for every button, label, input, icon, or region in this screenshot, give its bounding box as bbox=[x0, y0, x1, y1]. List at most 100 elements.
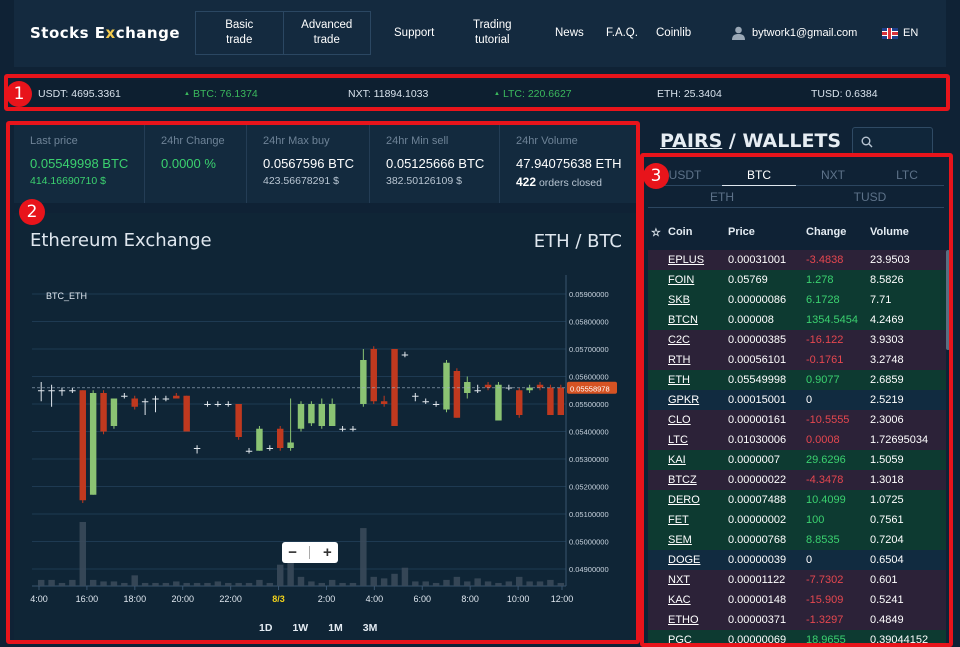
tab-eth[interactable]: ETH bbox=[648, 190, 796, 208]
cell-coin[interactable]: GPKR bbox=[668, 394, 699, 406]
range-1m[interactable]: 1M bbox=[328, 622, 343, 634]
candle-body bbox=[69, 390, 76, 392]
cell-coin[interactable]: DOGE bbox=[668, 554, 700, 566]
last-price-usd: 414.16690710 $ bbox=[30, 175, 106, 187]
cell-coin[interactable]: C2C bbox=[668, 334, 690, 346]
ticker-item[interactable]: NXT: 11894.1033 bbox=[348, 88, 428, 100]
wallets-link[interactable]: WALLETS bbox=[742, 130, 841, 152]
cell-volume: 0.5241 bbox=[870, 594, 904, 606]
ticker-item[interactable]: LTC: 220.6627 bbox=[494, 88, 572, 100]
change-value: 0.0000 % bbox=[161, 156, 216, 171]
ticker-item[interactable]: TUSD: 0.6384 bbox=[811, 88, 878, 100]
ticker-item[interactable]: BTC: 76.1374 bbox=[184, 88, 258, 100]
chart-panel: 0.05900000 0.05800000 0.05700000 0.05600000… bbox=[14, 213, 636, 641]
cell-coin[interactable]: SEM bbox=[668, 534, 692, 546]
ticker-item[interactable]: USDT: 4695.3361 bbox=[38, 88, 121, 100]
table-row[interactable]: EPLUS 0.00031001 -3.4838 23.9503 bbox=[648, 250, 946, 270]
advanced-trade-link[interactable]: Advanced trade bbox=[282, 12, 371, 54]
volume-bar bbox=[318, 582, 326, 586]
table-row[interactable]: NXT 0.00001122 -7.7302 0.601 bbox=[648, 570, 946, 590]
table-row[interactable]: KAC 0.00000148 -15.909 0.5241 bbox=[648, 590, 946, 610]
cell-coin[interactable]: ETH bbox=[668, 374, 690, 386]
y-tick-label: 0.05400000 bbox=[569, 428, 609, 437]
table-row[interactable]: CLO 0.00000161 -10.5555 2.3006 bbox=[648, 410, 946, 430]
table-row[interactable]: BTCZ 0.00000022 -4.3478 1.3018 bbox=[648, 470, 946, 490]
logo[interactable]: Stocks Exchange bbox=[30, 24, 180, 42]
nav-trading-tutorial[interactable]: Trading tutorial bbox=[473, 18, 512, 48]
cell-coin[interactable]: PGC bbox=[668, 634, 692, 646]
nav-faq[interactable]: F.A.Q. bbox=[606, 26, 638, 41]
zoom-in-button[interactable]: + bbox=[323, 544, 332, 561]
max-buy-value: 0.0567596 BTC bbox=[263, 156, 355, 171]
pairs-scrollbar[interactable] bbox=[946, 250, 950, 350]
table-row[interactable]: DERO 0.00007488 10.4099 1.0725 bbox=[648, 490, 946, 510]
cell-coin[interactable]: KAC bbox=[668, 594, 691, 606]
col-price[interactable]: Price bbox=[728, 226, 755, 238]
exchange-title: Ethereum Exchange bbox=[30, 230, 212, 251]
cell-price: 0.00000161 bbox=[728, 414, 787, 426]
range-3m[interactable]: 3M bbox=[363, 622, 378, 634]
volume-bar bbox=[276, 564, 284, 586]
nav-coinlib[interactable]: Coinlib bbox=[656, 26, 691, 41]
cell-coin[interactable]: SKB bbox=[668, 294, 690, 306]
range-1d[interactable]: 1D bbox=[259, 622, 272, 634]
user-menu[interactable]: bytwork1@gmail.com bbox=[732, 26, 857, 40]
candle-body bbox=[349, 428, 357, 430]
table-row[interactable]: SKB 0.00000086 6.1728 7.71 bbox=[648, 290, 946, 310]
cell-coin[interactable]: FET bbox=[668, 514, 689, 526]
table-row[interactable]: FET 0.00000002 100 0.7561 bbox=[648, 510, 946, 530]
nav-news[interactable]: News bbox=[555, 26, 584, 41]
pairs-link[interactable]: PAIRS bbox=[660, 130, 722, 152]
ticker-item[interactable]: ETH: 25.3404 bbox=[657, 88, 722, 100]
table-row[interactable]: DOGE 0.00000039 0 0.6504 bbox=[648, 550, 946, 570]
candle-body bbox=[214, 404, 222, 405]
table-row[interactable]: C2C 0.00000385 -16.122 3.9303 bbox=[648, 330, 946, 350]
pair-search-input[interactable] bbox=[852, 127, 933, 155]
cell-coin[interactable]: FOIN bbox=[668, 274, 694, 286]
table-row[interactable]: RTH 0.00056101 -0.1761 3.2748 bbox=[648, 350, 946, 370]
table-row[interactable]: SEM 0.00000768 8.8535 0.7204 bbox=[648, 530, 946, 550]
cell-coin[interactable]: EPLUS bbox=[668, 254, 704, 266]
y-tick-label: 0.05300000 bbox=[569, 455, 609, 464]
y-tick-label: 0.05700000 bbox=[569, 345, 609, 354]
nav-support[interactable]: Support bbox=[394, 26, 434, 41]
table-row[interactable]: GPKR 0.00015001 0 2.5219 bbox=[648, 390, 946, 410]
col-change[interactable]: Change bbox=[806, 226, 846, 238]
cell-coin[interactable]: DERO bbox=[668, 494, 700, 506]
x-tick-label: 4:00 bbox=[30, 594, 48, 604]
table-row[interactable]: BTCN 0.000008 1354.5454 4.2469 bbox=[648, 310, 946, 330]
cell-coin[interactable]: BTCZ bbox=[668, 474, 697, 486]
cell-coin[interactable]: CLO bbox=[668, 414, 691, 426]
table-row[interactable]: FOIN 0.05769 1.278 8.5826 bbox=[648, 270, 946, 290]
table-row[interactable]: PGC 0.00000069 18.9655 0.39044152 bbox=[648, 630, 946, 647]
market-stats: Last price 0.05549998 BTC 414.16690710 $… bbox=[14, 123, 636, 203]
cell-change: -10.5555 bbox=[806, 414, 850, 426]
col-volume[interactable]: Volume bbox=[870, 226, 909, 238]
language-selector[interactable]: EN bbox=[882, 27, 918, 39]
favorite-star-icon[interactable]: ☆ bbox=[651, 226, 661, 239]
candlestick-chart[interactable]: 0.05900000 0.05800000 0.05700000 0.05600000… bbox=[14, 213, 636, 641]
basic-trade-link[interactable]: Basic trade bbox=[196, 12, 283, 54]
stat-volume: 24hr Volume 47.94075638 ETH 422 orders c… bbox=[500, 123, 636, 203]
table-row[interactable]: LTC 0.01030006 0.0008 1.72695034 bbox=[648, 430, 946, 450]
zoom-out-button[interactable]: − bbox=[288, 544, 297, 561]
table-row[interactable]: KAI 0.0000007 29.6296 1.5059 bbox=[648, 450, 946, 470]
cell-coin[interactable]: RTH bbox=[668, 354, 690, 366]
table-row[interactable]: ETH 0.05549998 0.9077 2.6859 bbox=[648, 370, 946, 390]
volume-bar bbox=[58, 582, 66, 586]
tab-nxt[interactable]: NXT bbox=[796, 168, 870, 186]
cell-coin[interactable]: ETHO bbox=[668, 614, 699, 626]
table-row[interactable]: ETHO 0.00000371 -1.3297 0.4849 bbox=[648, 610, 946, 630]
cell-volume: 23.9503 bbox=[870, 254, 910, 266]
volume-bar bbox=[432, 582, 440, 586]
col-coin[interactable]: Coin bbox=[668, 226, 692, 238]
cell-coin[interactable]: NXT bbox=[668, 574, 690, 586]
cell-coin[interactable]: BTCN bbox=[668, 314, 698, 326]
cell-price: 0.000008 bbox=[728, 314, 774, 326]
range-1w[interactable]: 1W bbox=[292, 622, 308, 634]
tab-ltc[interactable]: LTC bbox=[870, 168, 944, 186]
cell-coin[interactable]: LTC bbox=[668, 434, 688, 446]
cell-coin[interactable]: KAI bbox=[668, 454, 686, 466]
tab-tusd[interactable]: TUSD bbox=[796, 190, 944, 208]
tab-btc[interactable]: BTC bbox=[722, 168, 796, 186]
